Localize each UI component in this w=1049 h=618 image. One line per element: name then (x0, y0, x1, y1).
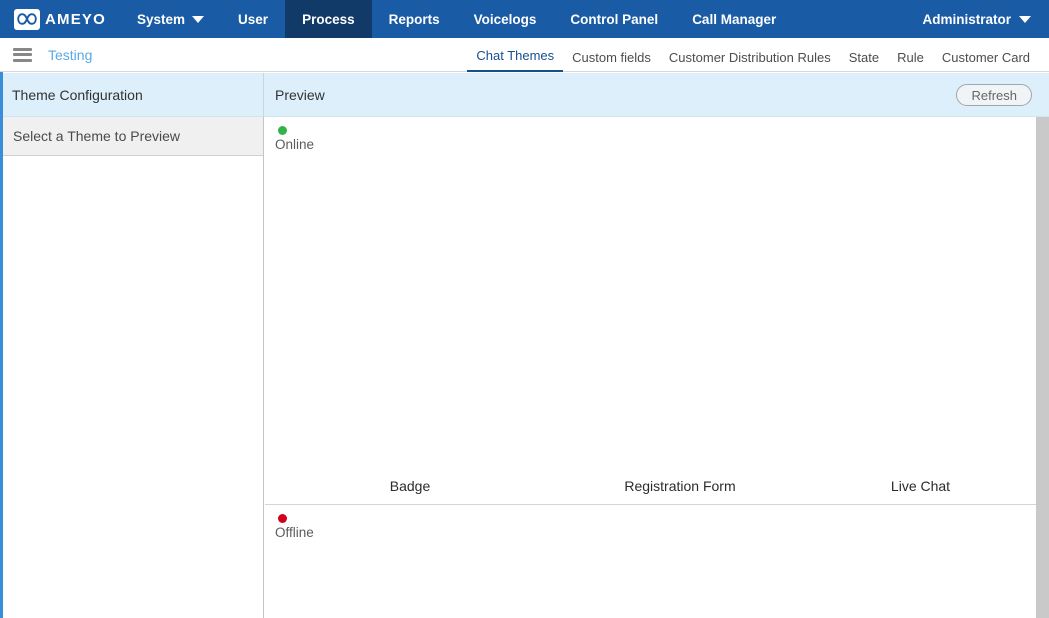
nav-item-label: Control Panel (570, 11, 659, 27)
refresh-button[interactable]: Refresh (956, 84, 1032, 106)
panel-header-strip: Theme Configuration Preview Refresh (3, 73, 1049, 117)
hamburger-bar (13, 53, 32, 56)
tab-state[interactable]: State (840, 50, 888, 72)
application-window: AMEYO System User Process Reports Voicel… (0, 0, 1049, 618)
nav-item-label: User (238, 11, 269, 27)
theme-configuration-panel: Select a Theme to Preview (3, 117, 264, 618)
nav-item-label: Process (302, 11, 355, 27)
nav-item-system[interactable]: System (120, 0, 221, 38)
tab-label: Customer Distribution Rules (668, 49, 831, 65)
tab-chat-themes[interactable]: Chat Themes (467, 47, 564, 72)
select-theme-to-preview-item[interactable]: Select a Theme to Preview (3, 117, 263, 156)
tab-customer-card[interactable]: Customer Card (933, 50, 1039, 72)
tab-label: Customer Card (941, 49, 1030, 65)
nav-item-control-panel[interactable]: Control Panel (553, 0, 675, 38)
main-nav-items: System User Process Reports Voicelogs Co… (120, 0, 793, 38)
tab-customer-distribution-rules[interactable]: Customer Distribution Rules (660, 50, 840, 72)
tab-label: Custom fields (572, 49, 651, 65)
nav-item-reports[interactable]: Reports (372, 0, 457, 38)
status-dot-offline-icon (278, 514, 287, 523)
logo-text: AMEYO (45, 10, 107, 28)
preview-panel: Online Badge Registration Form Live Chat… (265, 117, 1036, 618)
online-status-label: Online (275, 137, 315, 152)
ameyo-logo[interactable]: AMEYO (0, 0, 120, 38)
infinity-icon (14, 8, 40, 30)
vertical-scrollbar[interactable] (1036, 117, 1049, 618)
chevron-down-icon (1019, 15, 1031, 23)
section-label-live-chat: Live Chat (890, 478, 951, 494)
nav-item-voicelogs[interactable]: Voicelogs (457, 0, 554, 38)
offline-state-section: Offline (265, 505, 1036, 617)
nav-item-process[interactable]: Process (285, 0, 372, 38)
nav-item-call-manager[interactable]: Call Manager (675, 0, 793, 38)
online-state-section: Online Badge Registration Form Live Chat (265, 117, 1036, 505)
top-navigation-bar: AMEYO System User Process Reports Voicel… (0, 0, 1049, 38)
hamburger-bar (13, 47, 32, 51)
tab-label: Rule (897, 49, 924, 65)
section-label-registration-form: Registration Form (624, 478, 736, 494)
page-title: Theme Configuration (12, 87, 143, 103)
status-dot-online-icon (278, 126, 287, 135)
online-section-labels: Badge Registration Form Live Chat (265, 478, 1036, 494)
left-accent-rail (0, 72, 3, 618)
online-status-indicator: Online (275, 126, 314, 152)
tab-custom-fields[interactable]: Custom fields (563, 50, 660, 72)
offline-status-label: Offline (275, 525, 314, 540)
nav-item-label: Voicelogs (473, 11, 537, 27)
theme-configuration-header: Theme Configuration (3, 73, 264, 117)
select-theme-label: Select a Theme to Preview (13, 128, 181, 144)
breadcrumb[interactable]: Testing (48, 47, 92, 63)
offline-status-indicator: Offline (275, 514, 314, 540)
tab-bar: Chat Themes Custom fields Customer Distr… (467, 38, 1049, 72)
chevron-down-icon (192, 15, 205, 23)
user-menu-label: Administrator (922, 11, 1011, 27)
tab-label: Chat Themes (476, 47, 555, 63)
nav-item-label: Reports (388, 11, 440, 27)
tab-rule[interactable]: Rule (888, 50, 933, 72)
preview-header: Preview Refresh (265, 73, 1049, 117)
nav-item-label: Call Manager (692, 11, 777, 27)
tab-label: State (848, 49, 880, 65)
section-label-badge: Badge (389, 478, 431, 494)
nav-item-user[interactable]: User (221, 0, 285, 38)
sub-navigation-bar: Testing Chat Themes Custom fields Custom… (0, 38, 1049, 72)
preview-title: Preview (275, 87, 325, 103)
nav-item-label: System (137, 11, 186, 27)
hamburger-icon[interactable] (13, 47, 32, 62)
user-menu[interactable]: Administrator (912, 0, 1049, 38)
hamburger-bar (13, 58, 32, 62)
